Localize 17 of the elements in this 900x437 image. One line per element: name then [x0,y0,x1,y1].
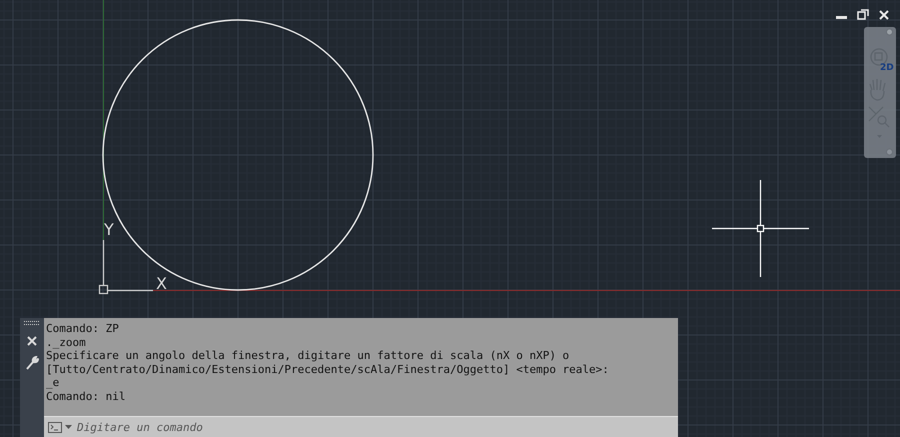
y-axis-label: Y [104,220,114,239]
command-history-line: Comando: ZP [46,322,120,336]
command-input-bar[interactable]: Digitare un comando [44,416,678,437]
crosshair-cursor-icon [712,180,809,277]
command-history-line: Specificare un angolo della finestra, digitare un fattore di scala (nX o nXP) o [46,349,570,362]
view-cube-label: 2D [880,63,894,73]
command-history-line: _e [46,376,60,390]
terminal-icon[interactable] [48,422,62,432]
ucs-icon [98,240,153,294]
command-history-line: Comando: nil [46,390,126,403]
command-history-line: [Tutto/Centrato/Dinamico/Estensioni/Precedente/scAla/Finestra/Oggetto] <tempo reale>: [46,362,610,376]
command-history-line: ._zoom [46,336,87,349]
x-axis-label: X [156,274,167,293]
command-input-field[interactable]: Digitare un comando [75,420,678,434]
wrench-icon[interactable] [25,356,39,370]
restore-icon[interactable] [857,9,869,20]
caret-icon[interactable] [65,424,72,430]
